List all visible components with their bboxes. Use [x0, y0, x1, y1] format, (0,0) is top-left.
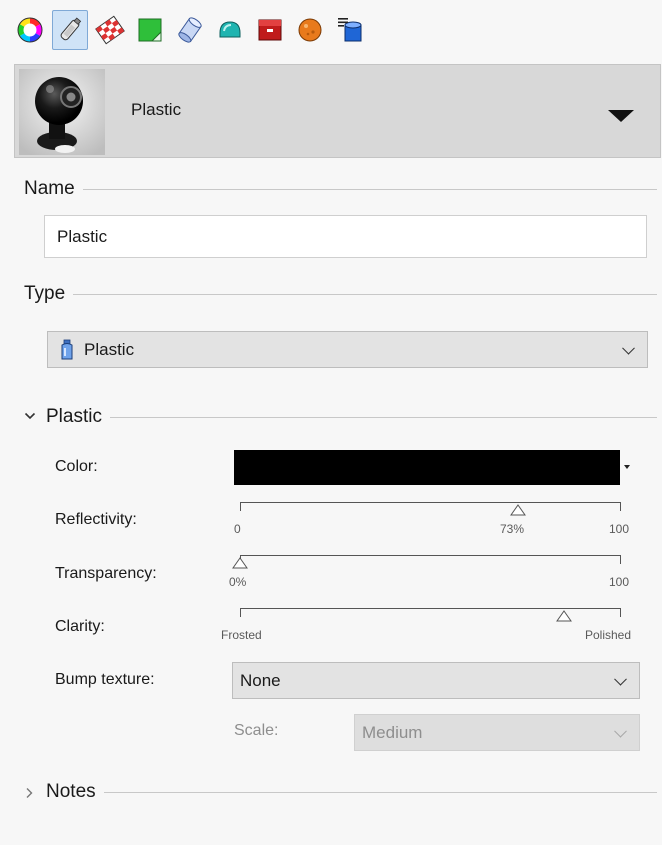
transparency-tick-max [620, 555, 621, 564]
chevron-down-icon [614, 724, 627, 738]
clarity-tick-min [240, 608, 241, 617]
plastic-tool-button[interactable] [52, 10, 88, 50]
checker-texture-button[interactable] [92, 10, 128, 50]
orange-sphere-icon [298, 18, 322, 42]
blue-cylinder-list-icon [338, 18, 362, 42]
plastic-section-expand-icon[interactable] [24, 409, 36, 425]
clarity-min-label: Frosted [221, 628, 262, 642]
material-dropdown-arrow-icon[interactable] [608, 110, 634, 122]
clarity-label: Clarity: [55, 618, 105, 635]
bump-texture-value: None [240, 670, 281, 690]
chevron-right-icon [26, 788, 33, 798]
transparency-thumb[interactable] [232, 557, 248, 569]
checker-texture-icon [95, 15, 125, 45]
bump-texture-label: Bump texture: [55, 671, 155, 688]
plastic-section-divider [109, 416, 657, 418]
notes-section-label: Notes [46, 781, 96, 802]
transparency-label: Transparency: [55, 565, 157, 582]
plastic-bottle-icon [61, 339, 73, 359]
material-name: Plastic [131, 100, 182, 119]
color-dropdown-arrow-icon[interactable] [624, 465, 630, 469]
glass-cylinder-button[interactable] [172, 10, 208, 50]
plastic-section-label: Plastic [46, 406, 102, 427]
reflectivity-tick-min [240, 502, 241, 511]
type-section-header: Type [24, 283, 657, 305]
reflectivity-label: Reflectivity: [55, 511, 137, 528]
orange-sphere-button[interactable] [292, 10, 328, 50]
green-sheet-button[interactable] [132, 10, 168, 50]
transparency-slider[interactable] [232, 555, 621, 571]
clarity-slider[interactable] [240, 608, 621, 624]
teal-shape-icon [219, 21, 241, 38]
material-thumbnail [19, 69, 105, 155]
chevron-down-icon [24, 412, 36, 420]
red-box-button[interactable] [252, 10, 288, 50]
color-wheel-icon [17, 17, 43, 43]
clarity-thumb[interactable] [555, 610, 572, 622]
name-section-divider [82, 188, 657, 190]
color-wheel-button[interactable] [12, 10, 48, 50]
type-dropdown[interactable]: Plastic [47, 331, 648, 368]
reflectivity-value-label: 73% [500, 522, 525, 536]
color-swatch[interactable] [234, 450, 620, 485]
reflectivity-tick-max [620, 502, 621, 511]
reflectivity-max-label: 100 [609, 522, 630, 536]
scale-dropdown: Medium [354, 714, 640, 751]
reflectivity-thumb[interactable] [510, 504, 527, 516]
reflectivity-min-label: 0 [234, 522, 241, 536]
transparency-track [240, 555, 621, 556]
type-section-divider [73, 293, 657, 295]
blue-cylinder-list-button[interactable] [332, 10, 368, 50]
notes-section-expand-icon[interactable] [24, 786, 34, 802]
chevron-down-icon [614, 672, 627, 686]
plastic-section-header[interactable]: Plastic [46, 406, 657, 428]
transparency-value-label: 0% [229, 575, 247, 589]
chevron-down-icon [622, 341, 635, 355]
name-section-header: Name [24, 178, 657, 200]
clarity-track [240, 608, 621, 609]
reflectivity-track [240, 502, 621, 503]
transparency-max-label: 100 [609, 575, 630, 589]
material-name-field[interactable]: Plastic [44, 215, 647, 258]
bump-texture-dropdown[interactable]: None [232, 662, 640, 699]
green-sheet-icon [138, 18, 162, 42]
material-selector[interactable]: Plastic [14, 64, 661, 158]
type-section-label: Type [24, 283, 66, 304]
notes-section-divider [103, 791, 657, 793]
clarity-max-label: Polished [585, 628, 632, 642]
scale-value: Medium [362, 722, 423, 742]
notes-section-header[interactable]: Notes [46, 781, 657, 803]
material-toolbar [12, 10, 368, 52]
glass-cylinder-icon [178, 17, 202, 43]
color-label: Color: [55, 458, 98, 475]
name-section-label: Name [24, 178, 75, 199]
plastic-material-preview [19, 69, 105, 155]
reflectivity-slider[interactable] [240, 502, 621, 518]
teal-shape-button[interactable] [212, 10, 248, 50]
plastic-bottle-icon [60, 17, 82, 41]
red-box-icon [258, 19, 282, 41]
type-dropdown-value: Plastic [84, 339, 135, 359]
clarity-tick-max [620, 608, 621, 617]
scale-label: Scale: [234, 722, 279, 739]
